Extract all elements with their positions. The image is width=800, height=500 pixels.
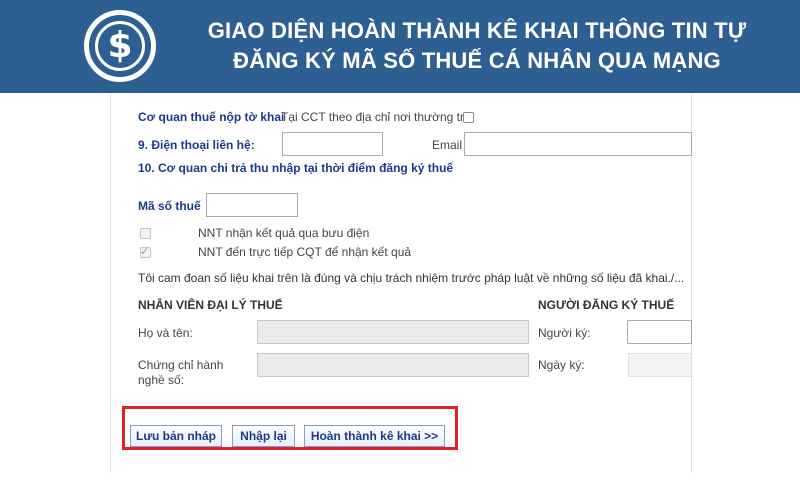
banner-title: GIAO DIỆN HOÀN THÀNH KÊ KHAI THÔNG TIN T…: [172, 16, 782, 76]
logo-glyph: $: [95, 21, 145, 71]
tax-code-input[interactable]: [206, 193, 298, 217]
income-payer-label: 10. Cơ quan chi trả thu nhập tại thời đi…: [138, 161, 454, 175]
agent-heading: NHÂN VIÊN ĐẠI LÝ THUẾ: [138, 298, 283, 312]
commitment-text: Tôi cam đoan số liệu khai trên là đúng v…: [138, 271, 685, 285]
banner-title-line-2: ĐĂNG KÝ MÃ SỐ THUẾ CÁ NHÂN QUA MẠNG: [233, 48, 721, 73]
certificate-input[interactable]: [257, 353, 529, 377]
email-input[interactable]: [464, 132, 692, 156]
full-name-label: Họ và tên:: [138, 326, 193, 340]
direct-result-label: NNT đến trực tiếp CQT để nhận kết quả: [198, 245, 412, 259]
phone-label: 9. Điện thoại liên hệ:: [138, 138, 255, 152]
sign-date-input[interactable]: [628, 353, 692, 377]
post-result-checkbox[interactable]: [140, 228, 151, 239]
certificate-label-2: nghề số:: [138, 373, 185, 387]
agent-full-name-input[interactable]: [257, 320, 529, 344]
direct-result-checkbox[interactable]: ✓: [140, 245, 151, 258]
tax-office-option-label: Tại CCT theo địa chỉ nơi thường trú: [281, 110, 471, 124]
sign-date-label: Ngày ký:: [538, 358, 585, 372]
check-icon: ✓: [140, 245, 150, 258]
phone-input[interactable]: [282, 132, 383, 156]
post-result-label: NNT nhận kết quả qua bưu điện: [198, 226, 370, 240]
banner-header: $ GIAO DIỆN HOÀN THÀNH KÊ KHAI THÔNG TIN…: [0, 0, 800, 93]
banner-title-line-1: GIAO DIỆN HOÀN THÀNH KÊ KHAI THÔNG TIN T…: [207, 18, 747, 43]
save-draft-button[interactable]: Lưu bản nháp: [130, 425, 222, 447]
tax-office-label: Cơ quan thuế nộp tờ khai: [138, 110, 285, 124]
complete-declaration-button[interactable]: Hoàn thành kê khai >>: [304, 425, 445, 447]
registrant-heading: NGƯỜI ĐĂNG KÝ THUẾ: [538, 298, 675, 312]
tax-code-label: Mã số thuế: [138, 199, 201, 213]
reset-button[interactable]: Nhập lại: [232, 425, 295, 447]
tax-office-checkbox[interactable]: [463, 112, 474, 123]
signer-input[interactable]: [627, 320, 692, 344]
signer-label: Người ký:: [538, 326, 591, 340]
certificate-label-1: Chứng chỉ hành: [138, 358, 224, 372]
email-label: Email: [432, 138, 463, 152]
dollar-coin-icon: $: [84, 10, 156, 82]
